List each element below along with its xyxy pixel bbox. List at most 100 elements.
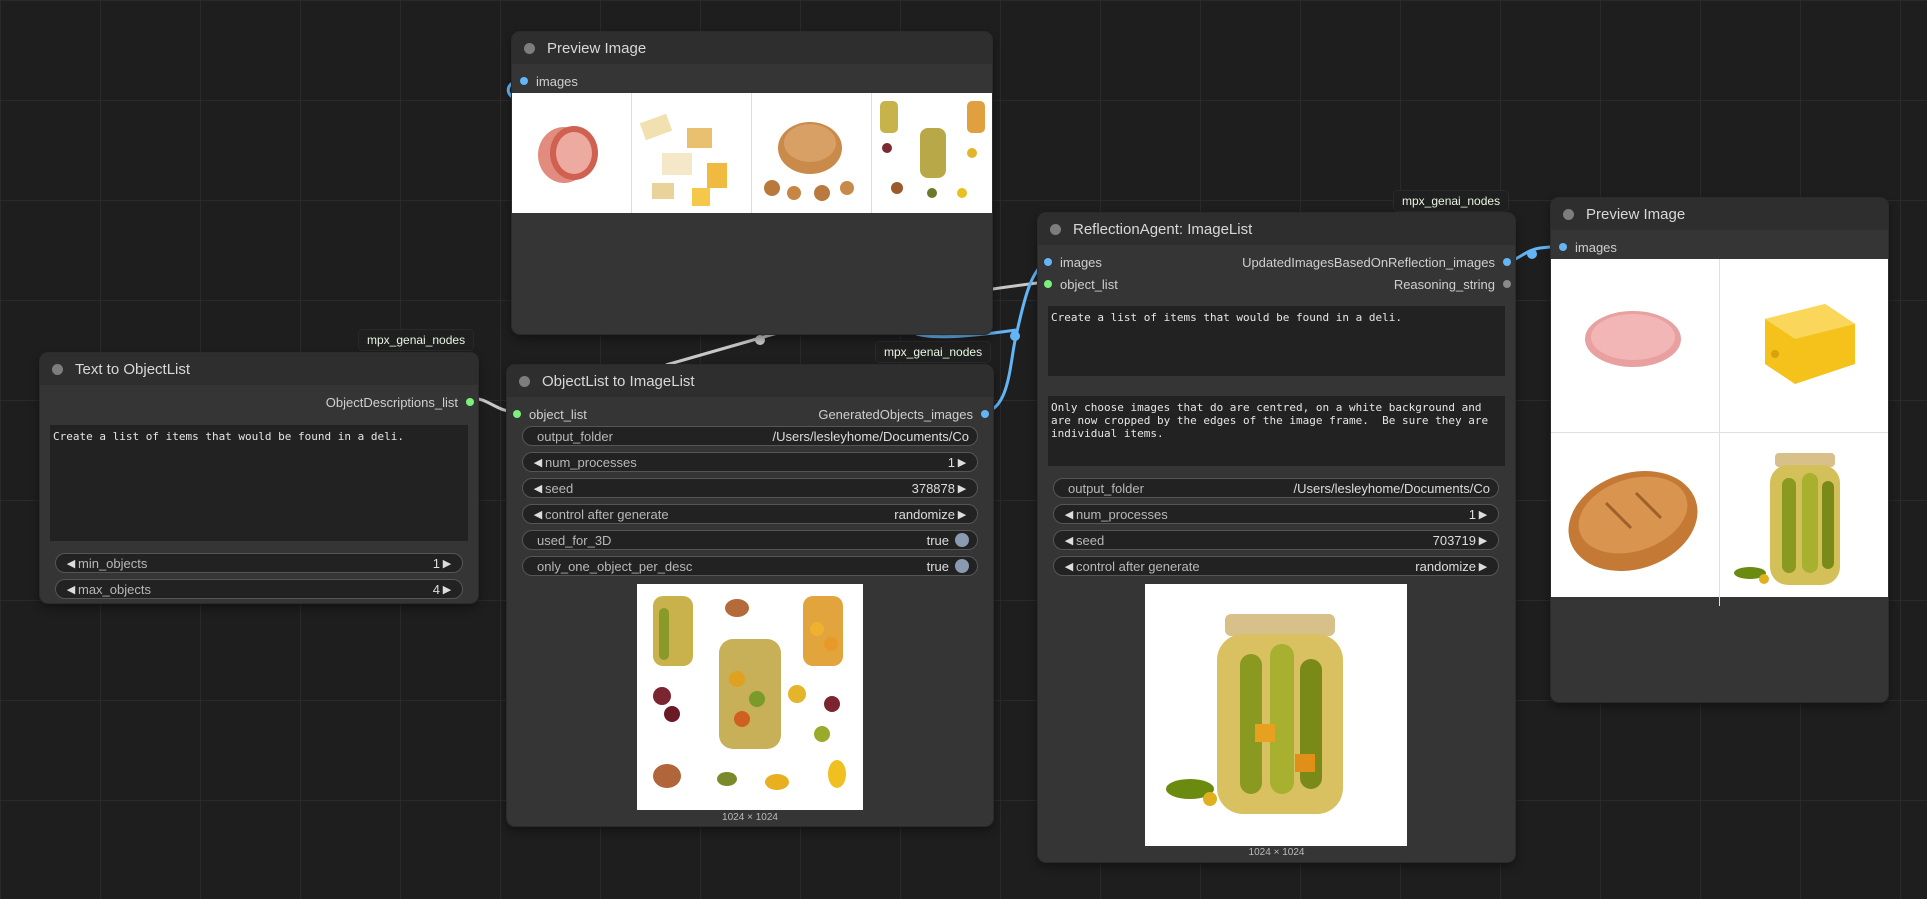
ham-image[interactable] xyxy=(512,93,632,213)
next-arrow-icon[interactable]: ▶ xyxy=(1476,560,1490,573)
pickle-jar-image[interactable] xyxy=(1720,433,1888,606)
previous-arrow-icon[interactable]: ◀ xyxy=(1062,560,1076,573)
widget-label: num_processes xyxy=(1076,506,1168,522)
widget-value: randomize xyxy=(1415,558,1476,574)
toggle-knob-icon[interactable] xyxy=(955,533,969,547)
output-slot-object-descriptions[interactable]: ObjectDescriptions_list xyxy=(326,393,474,411)
preview-image-node-right[interactable]: Preview Image images xyxy=(1551,198,1888,702)
image-grid xyxy=(1551,259,1888,606)
widget-value: 1 xyxy=(947,454,955,470)
slot-label: UpdatedImagesBasedOnReflection_images xyxy=(1242,254,1495,270)
node-header[interactable]: Preview Image xyxy=(512,32,992,64)
output-pin-icon[interactable] xyxy=(981,410,989,418)
output-slot-reasoning[interactable]: Reasoning_string xyxy=(1394,275,1511,293)
increment-arrow-icon[interactable]: ▶ xyxy=(1476,508,1490,521)
reflection-instructions-textarea[interactable]: Only choose images that do are centred, … xyxy=(1048,396,1505,466)
control-after-generate-combo[interactable]: ◀ control after generate randomize ▶ xyxy=(1053,556,1499,576)
widget-value: 1 xyxy=(1468,506,1476,522)
ham-slice-image[interactable] xyxy=(1551,259,1720,433)
num-processes-number-widget[interactable]: ◀ num_processes 1 ▶ xyxy=(1053,504,1499,524)
output-slot-updated-images[interactable]: UpdatedImagesBasedOnReflection_images xyxy=(1242,253,1511,271)
cheese-block-image[interactable] xyxy=(1720,259,1888,433)
reflection-agent-node[interactable]: ReflectionAgent: ImageList images object… xyxy=(1038,213,1515,862)
slot-label: object_list xyxy=(1060,276,1118,292)
max-objects-number-widget[interactable]: ◀ max_objects 4 ▶ xyxy=(55,579,463,599)
pickles-collage-image[interactable] xyxy=(872,93,992,213)
input-slot-object-list[interactable]: object_list xyxy=(513,405,587,423)
widget-value: randomize xyxy=(894,506,955,522)
output-folder-text-widget[interactable]: output_folder /Users/lesleyhome/Document… xyxy=(1053,478,1499,498)
widget-value: true xyxy=(926,558,949,574)
input-pin-icon[interactable] xyxy=(1559,243,1567,251)
prompt-textarea[interactable]: Create a list of items that would be fou… xyxy=(1048,306,1505,376)
node-header[interactable]: ReflectionAgent: ImageList xyxy=(1038,213,1515,245)
input-pin-icon[interactable] xyxy=(1044,280,1052,288)
widget-label: control after generate xyxy=(545,506,669,522)
control-after-generate-combo[interactable]: ◀ control after generate randomize ▶ xyxy=(522,504,978,524)
used-for-3d-toggle[interactable]: used_for_3D true xyxy=(522,530,978,550)
input-pin-icon[interactable] xyxy=(520,77,528,85)
group-tag: mpx_genai_nodes xyxy=(876,342,991,362)
text-to-objectlist-node[interactable]: Text to ObjectList ObjectDescriptions_li… xyxy=(40,353,478,603)
input-slot-images[interactable]: images xyxy=(520,72,578,90)
collapse-dot-icon[interactable] xyxy=(519,375,530,387)
decrement-arrow-icon[interactable]: ◀ xyxy=(531,482,545,495)
seed-number-widget[interactable]: ◀ seed 378878 ▶ xyxy=(522,478,978,498)
image-grid xyxy=(512,93,992,213)
widget-value: 1 xyxy=(432,555,440,571)
input-slot-images[interactable]: images xyxy=(1044,253,1102,271)
input-slot-object-list[interactable]: object_list xyxy=(1044,275,1118,293)
objectlist-to-imagelist-node[interactable]: ObjectList to ImageList object_list Gene… xyxy=(507,365,993,826)
min-objects-number-widget[interactable]: ◀ min_objects 1 ▶ xyxy=(55,553,463,573)
node-title: Preview Image xyxy=(547,39,647,57)
output-pin-icon[interactable] xyxy=(1503,258,1511,266)
collapse-dot-icon[interactable] xyxy=(1563,208,1574,220)
decrement-arrow-icon[interactable]: ◀ xyxy=(531,456,545,469)
bread-image[interactable] xyxy=(752,93,872,213)
input-pin-icon[interactable] xyxy=(513,410,521,418)
node-header[interactable]: Text to ObjectList xyxy=(40,353,478,385)
output-pin-icon[interactable] xyxy=(466,398,474,406)
collapse-dot-icon[interactable] xyxy=(524,42,535,54)
prompt-textarea[interactable]: Create a list of items that would be fou… xyxy=(50,425,468,541)
node-header[interactable]: ObjectList to ImageList xyxy=(507,365,993,397)
group-tag: mpx_genai_nodes xyxy=(359,330,474,350)
reflection-image-preview[interactable] xyxy=(1145,584,1407,846)
decrement-arrow-icon[interactable]: ◀ xyxy=(64,583,78,596)
one-object-per-desc-toggle[interactable]: only_one_object_per_desc true xyxy=(522,556,978,576)
node-header[interactable]: Preview Image xyxy=(1551,198,1888,230)
previous-arrow-icon[interactable]: ◀ xyxy=(531,508,545,521)
bread-loaf-image[interactable] xyxy=(1551,433,1720,606)
output-folder-text-widget[interactable]: output_folder /Users/lesleyhome/Document… xyxy=(522,426,978,446)
increment-arrow-icon[interactable]: ▶ xyxy=(955,482,969,495)
node-title: ReflectionAgent: ImageList xyxy=(1073,220,1253,238)
decrement-arrow-icon[interactable]: ◀ xyxy=(64,557,78,570)
increment-arrow-icon[interactable]: ▶ xyxy=(955,456,969,469)
decrement-arrow-icon[interactable]: ◀ xyxy=(1062,508,1076,521)
decrement-arrow-icon[interactable]: ◀ xyxy=(1062,534,1076,547)
widget-value: 378878 xyxy=(911,480,955,496)
widget-label: output_folder xyxy=(1068,480,1144,496)
cheese-image[interactable] xyxy=(632,93,752,213)
seed-number-widget[interactable]: ◀ seed 703719 ▶ xyxy=(1053,530,1499,550)
next-arrow-icon[interactable]: ▶ xyxy=(955,508,969,521)
toggle-knob-icon[interactable] xyxy=(955,559,969,573)
increment-arrow-icon[interactable]: ▶ xyxy=(1476,534,1490,547)
widget-label: seed xyxy=(545,480,574,496)
widget-value: true xyxy=(926,532,949,548)
output-pin-icon[interactable] xyxy=(1503,280,1511,288)
collapse-dot-icon[interactable] xyxy=(52,363,63,375)
input-slot-images[interactable]: images xyxy=(1559,238,1617,256)
collapse-dot-icon[interactable] xyxy=(1050,223,1061,235)
node-title: ObjectList to ImageList xyxy=(542,372,695,390)
node-title: Text to ObjectList xyxy=(75,360,191,378)
generated-image-preview[interactable] xyxy=(637,584,863,810)
increment-arrow-icon[interactable]: ▶ xyxy=(440,583,454,596)
num-processes-number-widget[interactable]: ◀ num_processes 1 ▶ xyxy=(522,452,978,472)
input-pin-icon[interactable] xyxy=(1044,258,1052,266)
output-slot-generated-images[interactable]: GeneratedObjects_images xyxy=(818,405,989,423)
increment-arrow-icon[interactable]: ▶ xyxy=(440,557,454,570)
widget-value: 703719 xyxy=(1432,532,1476,548)
widget-value: 4 xyxy=(432,581,440,597)
preview-image-node-top[interactable]: Preview Image images xyxy=(512,32,992,334)
